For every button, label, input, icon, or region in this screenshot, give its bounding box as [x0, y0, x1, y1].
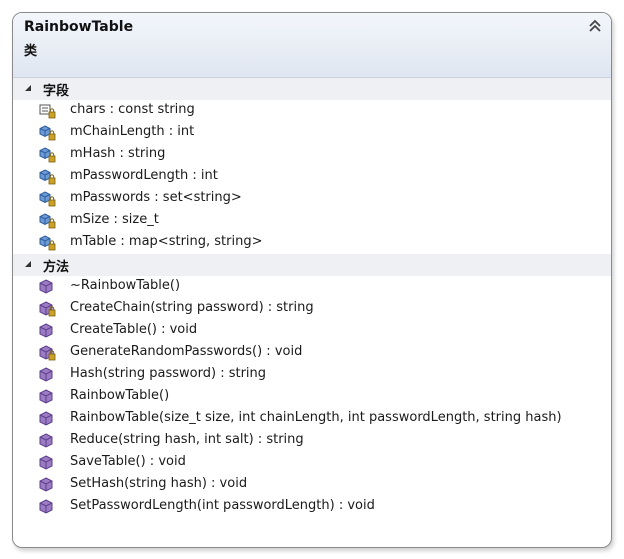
method-icon: [39, 323, 56, 339]
methods-member[interactable]: Reduce(string hash, int salt) : string: [13, 430, 611, 452]
methods-member[interactable]: CreateTable() : void: [13, 320, 611, 342]
methods-member-label: Hash(string password) : string: [70, 366, 267, 381]
fields-member[interactable]: mChainLength : int: [13, 122, 611, 144]
fields-member[interactable]: chars : const string: [13, 100, 611, 122]
method-icon: [39, 279, 56, 295]
method-icon: [39, 455, 56, 471]
methods-list: ~RainbowTable() CreateChain(string passwo…: [13, 276, 611, 518]
method-icon: [39, 477, 56, 493]
class-name: RainbowTable: [24, 19, 134, 35]
methods-member-label: ~RainbowTable(): [70, 278, 181, 293]
methods-member[interactable]: Hash(string password) : string: [13, 364, 611, 386]
methods-member-label: CreateTable() : void: [70, 322, 198, 337]
method-icon: [39, 499, 56, 515]
method-icon: [39, 389, 56, 405]
method-icon: [39, 301, 56, 317]
methods-member-label: RainbowTable(): [70, 388, 170, 403]
double-chevron-up-icon: [589, 19, 601, 32]
method-icon: [39, 345, 56, 361]
expanded-triangle-icon[interactable]: [24, 260, 32, 268]
methods-member-label: Reduce(string hash, int salt) : string: [70, 432, 304, 447]
methods-section-title: 方法: [43, 260, 70, 275]
field-icon: [39, 235, 56, 251]
constant-icon: [39, 103, 56, 119]
fields-member[interactable]: mHash : string: [13, 144, 611, 166]
class-kind-label: 类: [24, 44, 38, 59]
class-shape[interactable]: RainbowTable 类 字段 chars : const string mC…: [12, 12, 612, 548]
fields-member[interactable]: mTable : map<string, string>: [13, 232, 611, 254]
field-icon: [39, 125, 56, 141]
fields-list: chars : const string mChainLength : int mH…: [13, 100, 611, 254]
fields-member[interactable]: mSize : size_t: [13, 210, 611, 232]
fields-member[interactable]: mPasswordLength : int: [13, 166, 611, 188]
methods-member-label: CreateChain(string password) : string: [70, 300, 314, 315]
expanded-triangle-icon[interactable]: [24, 84, 32, 92]
methods-member[interactable]: RainbowTable(): [13, 386, 611, 408]
field-icon: [39, 169, 56, 185]
methods-section-header[interactable]: 方法: [13, 254, 611, 276]
method-icon: [39, 411, 56, 427]
field-icon: [39, 213, 56, 229]
methods-member[interactable]: SetPasswordLength(int passwordLength) : …: [13, 496, 611, 518]
method-icon: [39, 367, 56, 383]
field-icon: [39, 147, 56, 163]
fields-member-label: mSize : size_t: [70, 212, 159, 227]
methods-member-label: RainbowTable(size_t size, int chainLengt…: [70, 410, 562, 425]
methods-member[interactable]: ~RainbowTable(): [13, 276, 611, 298]
methods-member-label: SaveTable() : void: [70, 454, 186, 469]
collapse-button[interactable]: [587, 18, 603, 34]
methods-member-label: SetHash(string hash) : void: [70, 476, 248, 491]
class-header: RainbowTable 类: [13, 13, 611, 78]
fields-member-label: mPasswordLength : int: [70, 168, 218, 183]
fields-member-label: mHash : string: [70, 146, 166, 161]
methods-member-label: GenerateRandomPasswords() : void: [70, 344, 303, 359]
methods-member[interactable]: SetHash(string hash) : void: [13, 474, 611, 496]
methods-member[interactable]: GenerateRandomPasswords() : void: [13, 342, 611, 364]
fields-section-header[interactable]: 字段: [13, 78, 611, 100]
methods-member-label: SetPasswordLength(int passwordLength) : …: [70, 498, 375, 513]
methods-member[interactable]: RainbowTable(size_t size, int chainLengt…: [13, 408, 611, 430]
fields-member-label: chars : const string: [70, 102, 195, 117]
method-icon: [39, 433, 56, 449]
methods-member[interactable]: CreateChain(string password) : string: [13, 298, 611, 320]
fields-section-title: 字段: [43, 84, 70, 99]
fields-member[interactable]: mPasswords : set<string>: [13, 188, 611, 210]
field-icon: [39, 191, 56, 207]
fields-member-label: mTable : map<string, string>: [70, 234, 263, 249]
fields-member-label: mChainLength : int: [70, 124, 195, 139]
fields-member-label: mPasswords : set<string>: [70, 190, 242, 205]
methods-member[interactable]: SaveTable() : void: [13, 452, 611, 474]
